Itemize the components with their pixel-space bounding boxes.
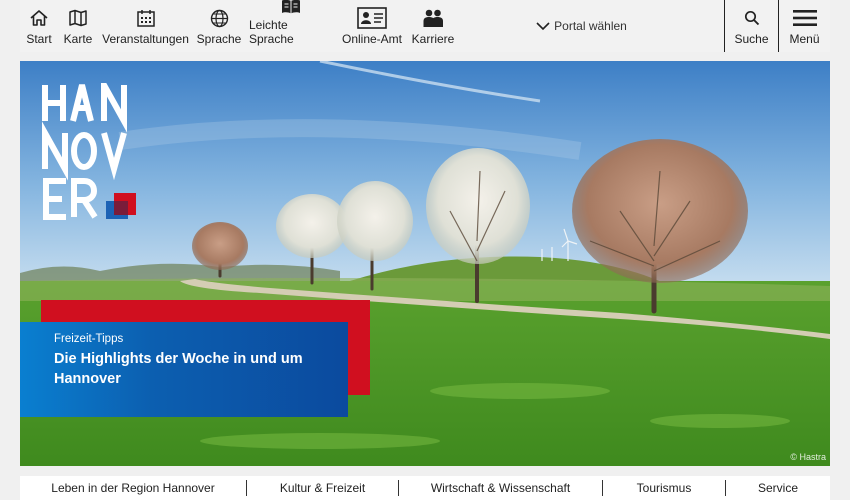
nav-karriere[interactable]: Karriere	[407, 0, 459, 52]
search-button[interactable]: Suche	[724, 0, 778, 52]
section-wirtschaft[interactable]: Wirtschaft & Wissenschaft	[399, 481, 602, 495]
map-icon	[68, 7, 88, 29]
chevron-down-icon	[536, 21, 550, 30]
teaser-title[interactable]: Die Highlights der Woche in und um Hanno…	[54, 349, 334, 389]
hamburger-menu-icon	[792, 7, 817, 29]
nav-leichte-sprache[interactable]: Leichte Sprache	[245, 0, 337, 52]
nav-veranstaltungen[interactable]: Veranstaltungen	[98, 0, 193, 52]
header-actions: Suche Menü	[724, 0, 830, 52]
section-service[interactable]: Service	[726, 481, 830, 495]
people-icon	[422, 7, 444, 29]
nav-label: Sprache	[196, 32, 242, 46]
photo-credit: © Hastra	[790, 452, 826, 462]
menu-label: Menü	[789, 32, 820, 46]
portal-label: Portal wählen	[554, 19, 627, 33]
section-navigation: Leben in der Region Hannover Kultur & Fr…	[20, 476, 830, 500]
hannover-wordmark	[42, 73, 127, 220]
nav-online-amt[interactable]: Online-Amt	[337, 0, 407, 52]
hannover-logo[interactable]	[42, 73, 138, 221]
nav-label: Karte	[63, 32, 93, 46]
search-label: Suche	[734, 32, 769, 46]
calendar-icon	[136, 7, 156, 29]
nav-label: Start	[26, 32, 52, 46]
portal-select[interactable]: Portal wählen	[459, 0, 724, 52]
nav-start[interactable]: Start	[20, 0, 58, 52]
nav-sprache[interactable]: Sprache	[193, 0, 245, 52]
teaser-kicker: Freizeit-Tipps	[54, 333, 124, 345]
section-leben[interactable]: Leben in der Region Hannover	[20, 481, 246, 495]
id-card-icon	[357, 7, 387, 29]
home-icon	[29, 7, 49, 29]
globe-icon	[210, 7, 229, 29]
section-tourismus[interactable]: Tourismus	[603, 481, 725, 495]
section-kultur[interactable]: Kultur & Freizeit	[247, 481, 398, 495]
search-icon	[744, 7, 760, 29]
menu-button[interactable]: Menü	[778, 0, 830, 52]
hero-banner[interactable]: Freizeit-Tipps Die Highlights der Woche …	[20, 61, 830, 466]
nav-karte[interactable]: Karte	[58, 0, 98, 52]
teaser-card[interactable]: Freizeit-Tipps Die Highlights der Woche …	[20, 322, 348, 417]
book-icon	[280, 0, 302, 15]
nav-label: Karriere	[411, 32, 455, 46]
nav-label: Veranstaltungen	[102, 32, 189, 46]
nav-label: Online-Amt	[341, 32, 403, 46]
nav-label: Leichte Sprache	[249, 18, 294, 46]
top-navigation: Start Karte Veranstaltungen Sprache Leic…	[20, 0, 830, 52]
